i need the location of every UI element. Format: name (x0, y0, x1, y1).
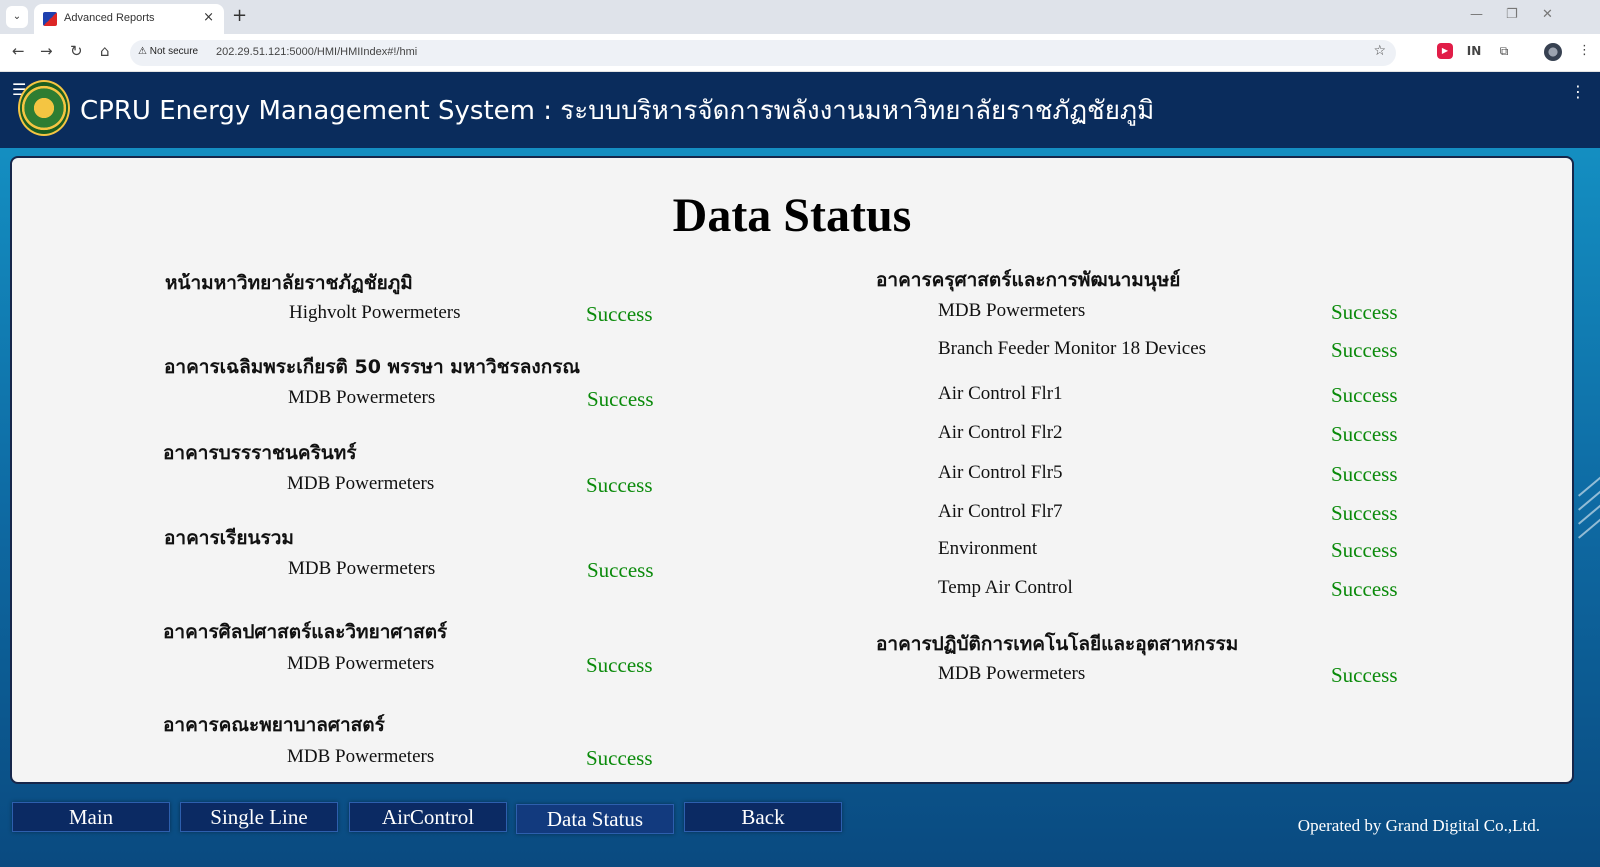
browser-tab[interactable]: Advanced Reports × (34, 4, 224, 34)
close-icon[interactable]: × (203, 10, 214, 25)
building-title: อาคารครุศาสตร์และการพัฒนามนุษย์ (876, 269, 1181, 291)
address-bar: ← → ↻ ⌂ ⚠ Not secure 202.29.51.121:5000/… (0, 34, 1600, 72)
nav-air-control-button[interactable]: AirControl (349, 802, 507, 832)
device-name: Air Control Flr1 (938, 383, 1063, 404)
nav-single-line-button[interactable]: Single Line (180, 802, 338, 832)
menu-dots-icon[interactable]: ⋮ (1578, 43, 1591, 58)
status-badge: Success (1331, 577, 1398, 601)
reload-icon[interactable]: ↻ (70, 42, 83, 60)
nav-main-button[interactable]: Main (12, 802, 170, 832)
device-name: Branch Feeder Monitor 18 Devices (938, 338, 1207, 359)
status-badge: Success (1331, 538, 1398, 562)
device-name: Air Control Flr7 (938, 501, 1063, 522)
device-name: Highvolt Powermeters (289, 302, 461, 323)
menu-dots-icon[interactable]: ⋮ (1570, 82, 1586, 101)
status-badge: Success (586, 746, 653, 770)
building-title: อาคารบรรราชนครินทร์ (163, 442, 357, 464)
page-title: Data Status (672, 189, 912, 242)
tab-title: Advanced Reports (64, 12, 155, 24)
device-name: Air Control Flr2 (938, 422, 1063, 443)
profile-icon[interactable] (1544, 43, 1562, 61)
device-name: MDB Powermeters (288, 558, 436, 579)
home-icon[interactable]: ⌂ (100, 42, 110, 60)
url-text: 202.29.51.121:5000/HMI/HMIIndex#!/hmi (216, 46, 418, 58)
minimize-icon[interactable]: — (1470, 7, 1483, 22)
building-title: อาคารคณะพยาบาลศาสตร์ (163, 714, 385, 736)
extension-icon[interactable]: ⧉ (1496, 43, 1512, 59)
footer-operator: Operated by Grand Digital Co.,Ltd. (1297, 816, 1540, 835)
restore-icon[interactable]: ❐ (1506, 7, 1518, 22)
status-badge: Success (1331, 300, 1398, 324)
device-name: Temp Air Control (938, 577, 1073, 598)
device-name: MDB Powermeters (288, 387, 436, 408)
status-badge: Success (587, 558, 654, 582)
building-title: อาคารเรียนรวม (164, 527, 294, 549)
status-badge: Success (1331, 462, 1398, 486)
device-name: MDB Powermeters (938, 663, 1086, 684)
device-name: MDB Powermeters (938, 300, 1086, 321)
extension-icon[interactable]: ▶ (1437, 43, 1453, 59)
status-badge: Success (1331, 501, 1398, 525)
window-close-icon[interactable]: ✕ (1542, 7, 1553, 22)
app-title: CPRU Energy Management System : ระบบบริห… (80, 96, 1155, 126)
star-icon[interactable]: ☆ (1373, 43, 1386, 59)
device-name: MDB Powermeters (287, 653, 435, 674)
status-badge: Success (586, 653, 653, 677)
device-name: MDB Powermeters (287, 746, 435, 767)
app-header: ☰ CPRU Energy Management System : ระบบบร… (0, 72, 1600, 148)
hmi-app: ☰ CPRU Energy Management System : ระบบบร… (0, 72, 1600, 867)
extension-icon[interactable]: IN (1466, 43, 1482, 59)
building-title: หน้ามหาวิทยาลัยราชภัฏชัยภูมิ (165, 272, 413, 294)
status-badge: Success (1331, 663, 1398, 687)
data-status-panel: Data Status หน้ามหาวิทยาลัยราชภัฏชัยภูมิ… (10, 156, 1574, 784)
status-badge: Success (1331, 338, 1398, 362)
device-name: MDB Powermeters (287, 473, 435, 494)
university-logo-icon (18, 80, 70, 136)
security-indicator[interactable]: ⚠ Not secure (138, 46, 198, 57)
status-badge: Success (587, 387, 654, 411)
status-badge: Success (1331, 422, 1398, 446)
status-badge: Success (586, 473, 653, 497)
favicon-icon (43, 12, 57, 26)
device-name: Environment (938, 538, 1038, 559)
url-input[interactable]: ⚠ Not secure 202.29.51.121:5000/HMI/HMII… (130, 40, 1396, 66)
status-badge: Success (586, 302, 653, 326)
browser-tab-bar: ⌄ Advanced Reports × + — ❐ ✕ (0, 0, 1600, 34)
tab-list-icon[interactable]: ⌄ (6, 6, 28, 28)
device-name: Air Control Flr5 (938, 462, 1063, 483)
warning-icon: ⚠ (138, 46, 147, 57)
nav-back-button[interactable]: Back (684, 802, 842, 832)
back-arrow-icon[interactable]: ← (12, 42, 25, 60)
nav-data-status-button[interactable]: Data Status (516, 804, 674, 834)
building-title: อาคารปฏิบัติการเทคโนโลยีและอุตสาหกรรม (876, 633, 1239, 655)
decorative-stripes (1574, 392, 1600, 592)
plus-icon[interactable]: + (232, 5, 247, 26)
status-badge: Success (1331, 383, 1398, 407)
building-title: อาคารศิลปศาสตร์และวิทยาศาสตร์ (163, 621, 448, 643)
building-title: อาคารเฉลิมพระเกียรติ 50 พรรษา มหาวิชรลงก… (164, 356, 581, 378)
forward-arrow-icon[interactable]: → (40, 42, 53, 60)
